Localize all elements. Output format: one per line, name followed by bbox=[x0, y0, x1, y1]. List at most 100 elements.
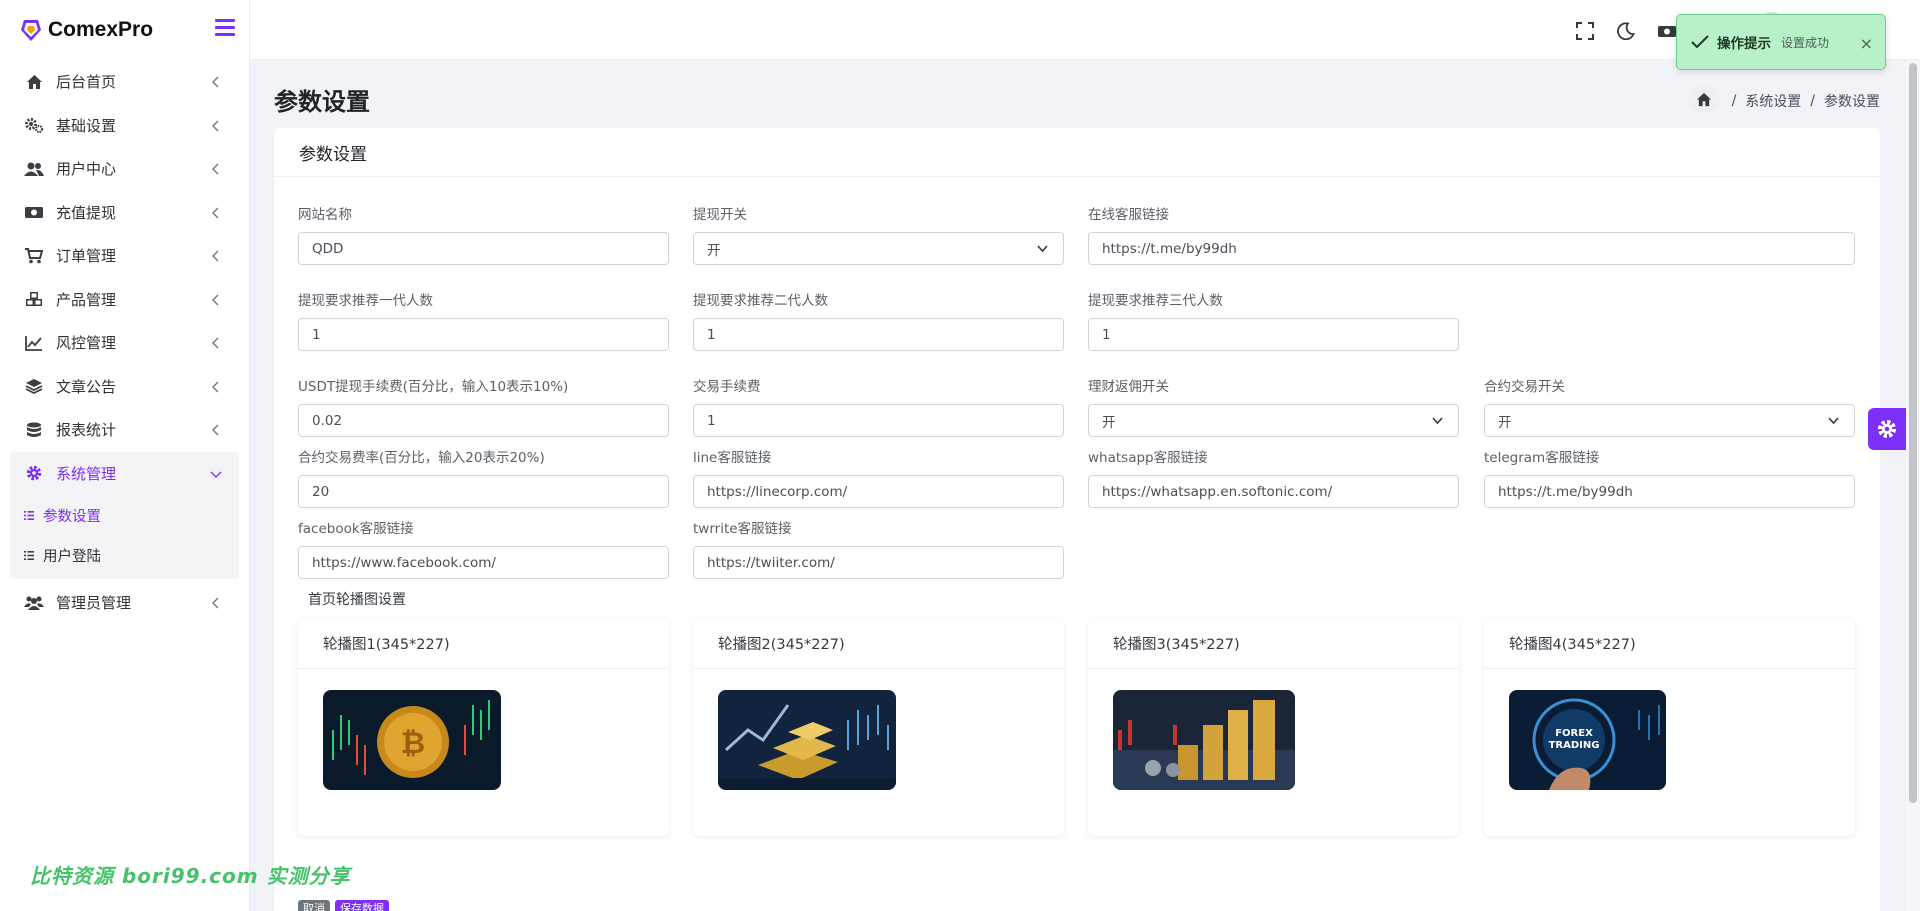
banner-image-forex[interactable]: FOREX TRADING bbox=[1509, 690, 1666, 790]
breadcrumb-separator: / bbox=[1810, 93, 1815, 109]
withdraw-switch-select[interactable]: 开 bbox=[693, 232, 1064, 265]
breadcrumb-separator: / bbox=[1731, 93, 1737, 109]
ref-level1-input[interactable]: 1 bbox=[298, 318, 669, 351]
sidebar-item-orders[interactable]: 订单管理 bbox=[10, 234, 239, 278]
sidebar-item-home[interactable]: 后台首页 bbox=[10, 60, 239, 104]
chart-line-icon bbox=[24, 334, 44, 352]
brand-logo-icon bbox=[21, 20, 41, 41]
sidebar-item-label: 基础设置 bbox=[56, 116, 117, 135]
moon-icon[interactable] bbox=[1617, 22, 1635, 40]
field-label: 提现要求推荐三代人数 bbox=[1088, 293, 1223, 309]
banner-card-2: 轮播图2(345*227) bbox=[693, 619, 1064, 836]
trade-fee-input[interactable]: 1 bbox=[693, 404, 1064, 437]
sidebar-item-articles[interactable]: 文章公告 bbox=[10, 365, 239, 409]
whatsapp-link-input[interactable]: https://whatsapp.en.softonic.com/ bbox=[1088, 475, 1459, 508]
sidebar-item-label: 文章公告 bbox=[56, 377, 117, 396]
sidebar-item-recharge-withdraw[interactable]: 充值提现 bbox=[10, 191, 239, 235]
brand: ComexPro bbox=[0, 0, 249, 60]
chevron-left-icon bbox=[212, 337, 219, 349]
banner-card-4: 轮播图4(345*227) FOREX TRADING bbox=[1484, 619, 1855, 836]
sidebar-item-label: 用户中心 bbox=[56, 160, 117, 179]
cancel-button[interactable]: 取消 bbox=[298, 900, 330, 911]
field-twitter-link: twrrite客服链接 https://twiiter.com/ bbox=[693, 517, 1064, 579]
banner-image-bitcoin[interactable]: ₿ bbox=[323, 690, 501, 790]
fullscreen-icon[interactable] bbox=[1576, 22, 1594, 40]
money-icon[interactable] bbox=[1658, 22, 1676, 40]
chevron-left-icon bbox=[212, 597, 219, 609]
cart-icon bbox=[24, 247, 44, 265]
toast-title: 操作提示 bbox=[1717, 36, 1771, 52]
sidebar-item-label: 管理员管理 bbox=[56, 594, 132, 613]
field-line-link: line客服链接 https://linecorp.com/ bbox=[693, 446, 1064, 508]
field-label: twrrite客服链接 bbox=[693, 521, 792, 537]
chevron-down-icon bbox=[210, 471, 222, 478]
field-label: telegram客服链接 bbox=[1484, 450, 1600, 466]
field-label: whatsapp客服链接 bbox=[1088, 450, 1208, 466]
sidebar-item-basic-settings[interactable]: 基础设置 bbox=[10, 104, 239, 148]
list-icon bbox=[24, 550, 34, 560]
page-scrollbar[interactable] bbox=[1906, 60, 1920, 911]
gear-icon bbox=[24, 464, 44, 482]
breadcrumb-home-icon[interactable] bbox=[1687, 84, 1720, 114]
toast-close-button[interactable]: × bbox=[1860, 34, 1873, 53]
toast-notification: 操作提示 设置成功 × bbox=[1676, 14, 1886, 70]
sidebar-item-label: 充值提现 bbox=[56, 203, 117, 222]
sidebar-item-users[interactable]: 用户中心 bbox=[10, 147, 239, 191]
field-whatsapp-link: whatsapp客服链接 https://whatsapp.en.softoni… bbox=[1088, 446, 1459, 508]
field-label: USDT提现手续费(百分比，输入10表示10%) bbox=[298, 379, 569, 395]
sidebar-item-admins[interactable]: 管理员管理 bbox=[10, 581, 239, 625]
online-service-input[interactable]: https://t.me/by99dh bbox=[1088, 232, 1855, 265]
sidebar-item-products[interactable]: 产品管理 bbox=[10, 278, 239, 322]
chevron-left-icon bbox=[212, 381, 219, 392]
sidebar-item-risk-control[interactable]: 风控管理 bbox=[10, 321, 239, 365]
save-button[interactable]: 保存数据 bbox=[335, 900, 389, 911]
trading-image-text: TRADING bbox=[1549, 740, 1600, 751]
telegram-link-input[interactable]: https://t.me/by99dh bbox=[1484, 475, 1855, 508]
sidebar-item-reports[interactable]: 报表统计 bbox=[10, 408, 239, 452]
gear-icon bbox=[1877, 419, 1897, 439]
field-label: 提现要求推荐一代人数 bbox=[298, 293, 433, 309]
field-facebook-link: facebook客服链接 https://www.facebook.com/ bbox=[298, 517, 669, 579]
list-icon bbox=[24, 510, 34, 520]
toast-message: 设置成功 bbox=[1781, 35, 1830, 50]
chevron-down-icon bbox=[1828, 417, 1839, 425]
sidebar-subitem-params[interactable]: 参数设置 bbox=[10, 495, 239, 535]
contract-rate-input[interactable]: 20 bbox=[298, 475, 669, 508]
banner-card-title: 轮播图2(345*227) bbox=[693, 619, 1064, 669]
sidebar-item-label: 产品管理 bbox=[56, 290, 117, 309]
forex-image-text: FOREX bbox=[1555, 728, 1593, 739]
contract-switch-select[interactable]: 开 bbox=[1484, 404, 1855, 437]
facebook-link-input[interactable]: https://www.facebook.com/ bbox=[298, 546, 669, 579]
field-trade-fee: 交易手续费 1 bbox=[693, 375, 1064, 437]
twitter-link-input[interactable]: https://twiiter.com/ bbox=[693, 546, 1064, 579]
ref-level3-input[interactable]: 1 bbox=[1088, 318, 1459, 351]
site-name-input[interactable]: QDD bbox=[298, 232, 669, 265]
sidebar-group-system: 系统管理 参数设置 用户登陆 bbox=[10, 451, 239, 579]
line-link-input[interactable]: https://linecorp.com/ bbox=[693, 475, 1064, 508]
chevron-left-icon bbox=[212, 163, 219, 175]
sidebar-item-system[interactable]: 系统管理 bbox=[10, 452, 239, 496]
ref-level2-input[interactable]: 1 bbox=[693, 318, 1064, 351]
banner-image-gold-bars[interactable] bbox=[718, 690, 896, 790]
database-icon bbox=[24, 421, 44, 439]
finance-rebate-select[interactable]: 开 bbox=[1088, 404, 1459, 437]
field-label: line客服链接 bbox=[693, 450, 772, 466]
sidebar: ComexPro 后台首页 基础设置 用户中心 充值提现 订单管理 产品管理 风… bbox=[0, 0, 250, 911]
sidebar-item-label: 系统管理 bbox=[56, 464, 117, 483]
chevron-left-icon bbox=[212, 250, 219, 262]
scrollbar-thumb[interactable] bbox=[1909, 63, 1917, 803]
users-icon bbox=[24, 160, 44, 178]
breadcrumb-item-system[interactable]: 系统设置 bbox=[1745, 91, 1801, 111]
sidebar-subitem-user-login[interactable]: 用户登陆 bbox=[10, 535, 239, 575]
chevron-left-icon bbox=[212, 294, 219, 305]
sidebar-item-label: 订单管理 bbox=[56, 247, 117, 266]
brand-name: ComexPro bbox=[48, 18, 154, 41]
watermark: 比特资源 bori99.com 实测分享 bbox=[30, 864, 351, 888]
field-ref-level1: 提现要求推荐一代人数 1 bbox=[298, 289, 669, 351]
menu-toggle-icon[interactable] bbox=[215, 19, 235, 37]
usdt-fee-input[interactable]: 0.02 bbox=[298, 404, 669, 437]
field-site-name: 网站名称 QDD bbox=[298, 203, 669, 265]
field-label: 合约交易开关 bbox=[1484, 379, 1565, 395]
banner-image-coin-stacks[interactable] bbox=[1113, 690, 1295, 790]
field-label: facebook客服链接 bbox=[298, 521, 414, 537]
